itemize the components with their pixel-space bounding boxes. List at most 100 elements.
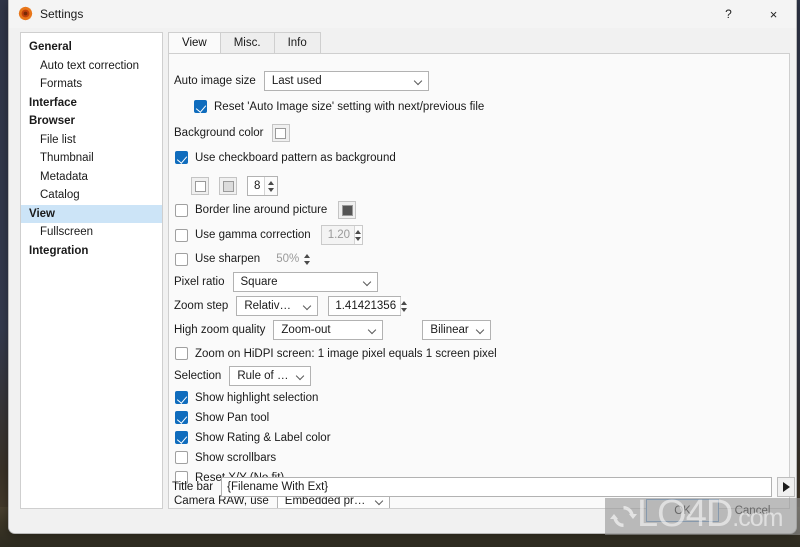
sidebar-item-thumbnail[interactable]: Thumbnail [21, 149, 162, 168]
sidebar-item-formats[interactable]: Formats [21, 75, 162, 94]
window-body: General Auto text correction Formats Int… [9, 28, 796, 533]
arrow-up-icon[interactable] [303, 253, 310, 258]
auto-image-size-dropdown[interactable]: Last used [263, 71, 429, 91]
color-swatch [341, 204, 353, 216]
settings-window: Settings ? × General Auto text correctio… [8, 0, 797, 534]
sidebar-item-catalog[interactable]: Catalog [21, 186, 162, 205]
zoom-hidpi-label: Zoom on HiDPI screen: 1 image pixel equa… [195, 347, 497, 360]
stepper-buttons[interactable] [303, 250, 310, 268]
checkbox-indicator [194, 100, 207, 113]
arrow-down-icon[interactable] [303, 260, 310, 265]
settings-tabhost: View Misc. Info Auto image size Last use… [168, 32, 790, 509]
zoom-step-mode-value: Relative step [244, 300, 296, 312]
show-rating-label-color-label: Show Rating & Label color [195, 431, 331, 444]
sidebar-item-view[interactable]: View [21, 204, 162, 223]
arrow-up-icon[interactable] [268, 180, 275, 185]
checkbox-indicator [175, 252, 188, 266]
stepper-buttons[interactable] [354, 226, 362, 244]
sidebar-item-fullscreen[interactable]: Fullscreen [21, 223, 162, 242]
border-line-checkbox[interactable]: Border line around picture [175, 203, 327, 217]
gamma-value: 1.20 [327, 229, 351, 241]
arrow-down-icon[interactable] [401, 307, 408, 312]
background-color-label: Background color [174, 127, 264, 139]
show-highlight-selection-checkbox[interactable]: Show highlight selection [175, 391, 318, 404]
sidebar-item-general[interactable]: General [21, 38, 162, 57]
window-controls: ? × [706, 0, 796, 28]
window-title: Settings [40, 6, 84, 21]
checkboard-size-stepper[interactable]: 8 [247, 176, 278, 196]
pixel-ratio-label: Pixel ratio [174, 276, 225, 288]
sharpen-value-stepper[interactable]: 50% [270, 249, 310, 269]
tabstrip: View Misc. Info [168, 32, 321, 53]
sidebar-item-auto-text-correction[interactable]: Auto text correction [21, 57, 162, 76]
high-zoom-filter-dropdown[interactable]: Bilinear [422, 320, 492, 340]
border-line-color-swatch-button[interactable] [338, 201, 357, 219]
gear-icon [18, 6, 33, 21]
chevron-down-icon [364, 278, 373, 287]
arrow-down-icon[interactable] [268, 187, 275, 192]
checkbox-indicator [175, 151, 188, 164]
close-button[interactable]: × [751, 0, 796, 28]
row-pixel-ratio: Pixel ratio Square [174, 272, 378, 292]
show-rating-label-color-checkbox[interactable]: Show Rating & Label color [175, 431, 331, 444]
use-checkboard-pattern-checkbox[interactable]: Use checkboard pattern as background [175, 151, 396, 164]
chevron-down-icon [415, 77, 424, 86]
titlebar-left: Settings [9, 6, 83, 21]
tabpage-view: Auto image size Last used Reset 'Auto Im… [168, 53, 790, 509]
high-zoom-mode-dropdown[interactable]: Zoom-out [273, 320, 384, 340]
cancel-button[interactable]: Cancel [716, 499, 789, 522]
chevron-down-icon [477, 326, 486, 335]
sidebar-item-file-list[interactable]: File list [21, 131, 162, 150]
stepper-buttons[interactable] [264, 177, 277, 195]
sidebar-item-interface[interactable]: Interface [21, 94, 162, 113]
chevron-down-icon [304, 302, 313, 311]
ok-button[interactable]: OK [646, 499, 719, 522]
arrow-up-icon[interactable] [401, 300, 408, 305]
show-highlight-selection-label: Show highlight selection [195, 391, 319, 404]
gamma-correction-checkbox[interactable]: Use gamma correction [175, 228, 311, 242]
dialog-footer: OK Cancel [9, 484, 796, 533]
pixel-ratio-value: Square [240, 276, 278, 288]
gamma-value-stepper[interactable]: 1.20 [320, 225, 363, 245]
tab-view[interactable]: View [168, 32, 221, 53]
checkboard-color1-swatch-button[interactable] [191, 177, 209, 195]
selection-value: Rule of thirds [237, 370, 290, 382]
zoom-hidpi-checkbox[interactable]: Zoom on HiDPI screen: 1 image pixel equa… [175, 347, 497, 360]
high-zoom-mode-value: Zoom-out [281, 324, 331, 336]
selection-dropdown[interactable]: Rule of thirds [229, 366, 312, 386]
background-color-swatch-button[interactable] [271, 124, 290, 142]
show-scrollbars-checkbox[interactable]: Show scrollbars [175, 451, 276, 464]
help-button[interactable]: ? [706, 0, 751, 28]
tab-info[interactable]: Info [273, 32, 321, 53]
pixel-ratio-dropdown[interactable]: Square [232, 272, 378, 292]
auto-image-size-label: Auto image size [174, 75, 256, 87]
tab-misc[interactable]: Misc. [219, 32, 275, 53]
row-selection: Selection Rule of thirds [174, 366, 312, 386]
checkbox-indicator [175, 203, 188, 217]
stepper-buttons[interactable] [400, 297, 408, 315]
arrow-up-icon[interactable] [355, 229, 362, 234]
row-border-line: Border line around picture [175, 201, 357, 219]
show-pan-tool-checkbox[interactable]: Show Pan tool [175, 411, 269, 424]
checkboard-color2-swatch-button[interactable] [219, 177, 237, 195]
color-swatch [194, 180, 206, 192]
row-sharpen: Use sharpen 50% [175, 249, 310, 269]
checkbox-indicator [175, 391, 188, 404]
sidebar-item-browser[interactable]: Browser [21, 112, 162, 131]
sidebar-item-metadata[interactable]: Metadata [21, 168, 162, 187]
row-background-color: Background color [174, 124, 290, 142]
auto-image-size-value: Last used [271, 75, 322, 87]
settings-category-list[interactable]: General Auto text correction Formats Int… [20, 32, 163, 509]
reset-auto-image-size-checkbox[interactable]: Reset 'Auto Image size' setting with nex… [194, 100, 484, 113]
checkbox-indicator [175, 228, 188, 242]
sidebar-item-integration[interactable]: Integration [21, 242, 162, 261]
zoom-step-value-stepper[interactable]: 1.41421356 [328, 296, 408, 316]
window-titlebar[interactable]: Settings ? × [9, 0, 796, 28]
arrow-down-icon[interactable] [355, 236, 362, 241]
gamma-correction-label: Use gamma correction [195, 229, 311, 241]
zoom-step-mode-dropdown[interactable]: Relative step [236, 296, 319, 316]
chevron-down-icon [369, 326, 378, 335]
sharpen-label: Use sharpen [195, 253, 261, 265]
use-checkboard-pattern-label: Use checkboard pattern as background [195, 151, 396, 164]
sharpen-checkbox[interactable]: Use sharpen [175, 252, 261, 266]
